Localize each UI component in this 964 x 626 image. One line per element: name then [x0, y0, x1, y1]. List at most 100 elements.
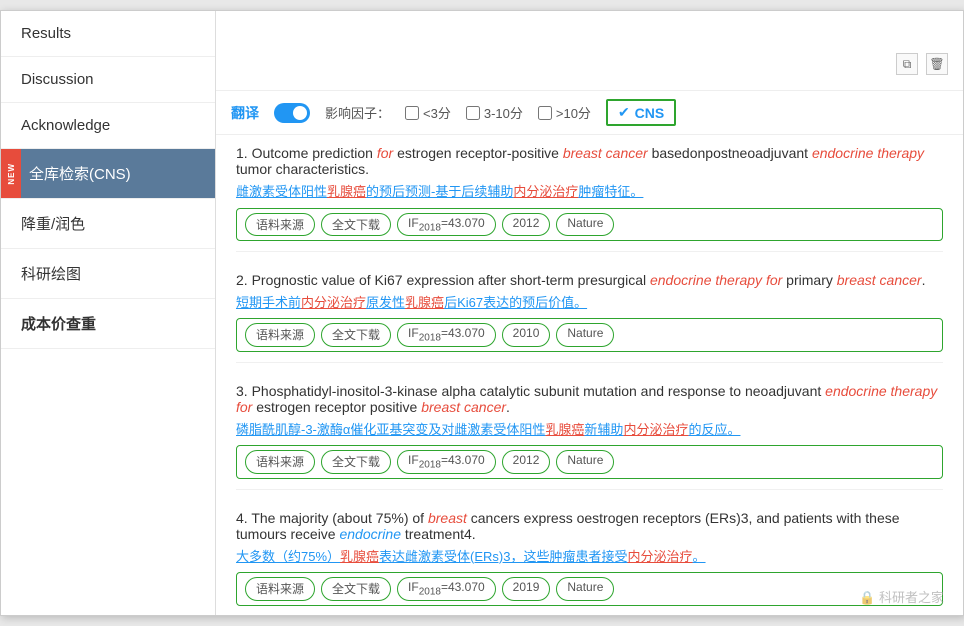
- tag-source-1[interactable]: 语料来源: [245, 213, 315, 236]
- breast-4: breast: [428, 510, 467, 526]
- result-item-1: 1. Outcome prediction for estrogen recep…: [236, 145, 943, 252]
- cns-filter-box[interactable]: ✔ CNS: [606, 99, 676, 126]
- cn-text-1a: 雌激素受体阳性: [236, 184, 327, 199]
- cn-text-2c: 后Ki67表达的预后价值。: [444, 295, 587, 310]
- delete-icon[interactable]: 🗑: [926, 53, 948, 75]
- sidebar-item-cns[interactable]: NEW 全库检索(CNS): [1, 149, 215, 199]
- result-item-3: 3. Phosphatidyl-inositol-3-kinase alpha …: [236, 383, 943, 490]
- cn-red-2b: 乳腺癌: [405, 295, 444, 310]
- tag-if-2: IF2018=43.070: [397, 323, 496, 346]
- cn-text-3b: 新辅助: [584, 422, 623, 437]
- cn-red-3a: 乳腺癌: [545, 422, 584, 437]
- cn-red-3b: 内分泌治疗: [623, 422, 688, 437]
- tag-year-4: 2019: [502, 577, 551, 600]
- endocrine-therapy-2: endocrine therapy for: [650, 272, 782, 288]
- tag-nature-1: Nature: [556, 213, 614, 236]
- cn-text-4a: 大多数（约75%）: [236, 549, 340, 564]
- result-cn-2: 短期手术前内分泌治疗原发性乳腺癌后Ki67表达的预后价值。: [236, 293, 943, 313]
- sidebar-item-cost-check[interactable]: 成本价查重: [1, 299, 215, 349]
- result-num: 1.: [236, 145, 252, 161]
- sidebar-item-label: 科研绘图: [21, 266, 81, 283]
- result-cn-1: 雌激素受体阳性乳腺癌的预后预测-基于后续辅助内分泌治疗肿瘤特征。: [236, 182, 943, 202]
- result-title-1: Outcome prediction for estrogen receptor…: [236, 145, 924, 177]
- tag-download-2[interactable]: 全文下载: [321, 323, 391, 346]
- result-number-2: 2. Prognostic value of Ki67 expression a…: [236, 272, 943, 288]
- translate-toggle[interactable]: [274, 103, 310, 123]
- sidebar-item-label: 降重/润色: [21, 216, 85, 233]
- result-title-3: Phosphatidyl-inositol-3-kinase alpha cat…: [236, 383, 937, 415]
- tag-year-1: 2012: [502, 213, 551, 236]
- result-cn-3: 磷脂酰肌醇-3-激酶α催化亚基突变及对雌激素受体阳性乳腺癌新辅助内分泌治疗的反应…: [236, 420, 943, 440]
- tag-download-4[interactable]: 全文下载: [321, 577, 391, 600]
- cn-text-1c: 肿瘤特征。: [578, 184, 643, 199]
- checkbox-3to10[interactable]: [466, 106, 480, 120]
- breast-cancer-1: breast cancer: [563, 145, 648, 161]
- filter-gt10[interactable]: >10分: [538, 103, 591, 122]
- tag-if-1: IF2018=43.070: [397, 213, 496, 236]
- checkbox-lt3[interactable]: [405, 106, 419, 120]
- sidebar-item-discussion[interactable]: Discussion: [1, 57, 215, 103]
- search-area: ⧉ 🗑: [216, 11, 963, 91]
- result-title-4: The majority (about 75%) of breast cance…: [236, 510, 900, 542]
- cn-red-1b: 内分泌治疗: [513, 184, 578, 199]
- cn-text-4c: 。: [693, 549, 706, 564]
- tag-if-4: IF2018=43.070: [397, 577, 496, 600]
- tag-nature-3: Nature: [556, 450, 614, 473]
- result-tags-3: 语料来源 全文下载 IF2018=43.070 2012 Nature: [236, 445, 943, 478]
- main-content: ⧉ 🗑 翻译 影响因子： <3分 3-10分 >10分: [216, 11, 963, 615]
- cn-red-2a: 内分泌治疗: [301, 295, 366, 310]
- cns-checkmark: ✔: [618, 104, 630, 121]
- tag-year-2: 2010: [502, 323, 551, 346]
- translate-label: 翻译: [231, 103, 259, 123]
- new-badge: NEW: [1, 149, 21, 198]
- cn-text-1b: 的预后预测-基于后续辅助: [366, 184, 513, 199]
- endocrine-4: endocrine: [339, 526, 401, 542]
- cn-text-3c: 的反应。: [688, 422, 740, 437]
- endocrine-therapy-3: endocrine therapy for: [236, 383, 937, 415]
- tag-year-3: 2012: [502, 450, 551, 473]
- cn-red-1a: 乳腺癌: [327, 184, 366, 199]
- new-badge-text: NEW: [7, 163, 16, 185]
- tag-nature-4: Nature: [556, 577, 614, 600]
- breast-cancer-3: breast cancer: [421, 399, 506, 415]
- filter-3to10[interactable]: 3-10分: [466, 103, 523, 122]
- filter-bar: 翻译 影响因子： <3分 3-10分 >10分 ✔ CNS: [216, 91, 963, 135]
- if-label: 影响因子：: [325, 103, 390, 122]
- sidebar-item-label: Discussion: [21, 71, 94, 88]
- results-list: 1. Outcome prediction for estrogen recep…: [216, 135, 963, 615]
- result-item-2: 2. Prognostic value of Ki67 expression a…: [236, 272, 943, 363]
- tag-source-2[interactable]: 语料来源: [245, 323, 315, 346]
- filter-3to10-label: 3-10分: [484, 103, 523, 122]
- tag-source-4[interactable]: 语料来源: [245, 577, 315, 600]
- copy-icon[interactable]: ⧉: [896, 53, 918, 75]
- checkbox-gt10[interactable]: [538, 106, 552, 120]
- sidebar-item-acknowledge[interactable]: Acknowledge: [1, 103, 215, 149]
- result-item-4: 4. The majority (about 75%) of breast ca…: [236, 510, 943, 615]
- result-number-1: 1. Outcome prediction for estrogen recep…: [236, 145, 943, 177]
- result-number-4: 4. The majority (about 75%) of breast ca…: [236, 510, 943, 542]
- watermark: 🔒 科研者之家: [859, 587, 944, 606]
- filter-lt3[interactable]: <3分: [405, 103, 451, 122]
- sidebar-item-recolor[interactable]: 降重/润色: [1, 199, 215, 249]
- cn-text-3a: 磷脂酰肌醇-3-激酶α催化亚基突变及对雌激素受体阳性: [236, 422, 545, 437]
- breast-cancer-2: breast cancer: [837, 272, 922, 288]
- tag-source-3[interactable]: 语料来源: [245, 450, 315, 473]
- sidebar-item-results[interactable]: Results: [1, 11, 215, 57]
- result-cn-4: 大多数（约75%）乳腺癌表达雌激素受体(ERs)3，这些肿瘤患者接受内分泌治疗。: [236, 547, 943, 567]
- result-num-3: 3.: [236, 383, 252, 399]
- result-number-3: 3. Phosphatidyl-inositol-3-kinase alpha …: [236, 383, 943, 415]
- italic-for: for: [377, 145, 393, 161]
- cns-label: CNS: [635, 105, 665, 121]
- result-title-2: Prognostic value of Ki67 expression afte…: [252, 272, 926, 288]
- sidebar-item-label: 全库检索(CNS): [29, 166, 131, 183]
- tag-nature-2: Nature: [556, 323, 614, 346]
- filter-lt3-label: <3分: [423, 103, 451, 122]
- tag-download-1[interactable]: 全文下载: [321, 213, 391, 236]
- result-tags-4: 语料来源 全文下载 IF2018=43.070 2019 Nature: [236, 572, 943, 605]
- sidebar-item-label: 成本价查重: [21, 316, 96, 333]
- toggle-slider: [274, 103, 310, 123]
- tag-download-3[interactable]: 全文下载: [321, 450, 391, 473]
- cn-red-4b: 内分泌治疗: [628, 549, 693, 564]
- sidebar-item-research-chart[interactable]: 科研绘图: [1, 249, 215, 299]
- sidebar-item-label: Acknowledge: [21, 117, 110, 134]
